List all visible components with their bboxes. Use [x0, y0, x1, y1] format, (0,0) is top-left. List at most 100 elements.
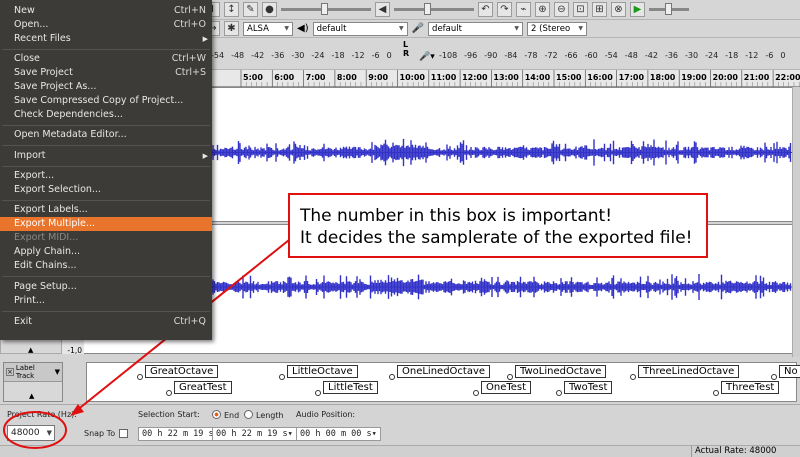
track-label[interactable]: OneLinedOctave: [397, 365, 491, 378]
meter-tick-label: -60: [584, 51, 598, 60]
playback-device-select[interactable]: default ▼: [312, 21, 408, 36]
menu-item-edit-chains[interactable]: Edit Chains...: [0, 259, 212, 273]
menu-item-save-project[interactable]: Save Project Ctrl+S: [0, 66, 212, 80]
speaker-icon[interactable]: ◀: [375, 2, 390, 17]
label-boundary-handle[interactable]: [279, 374, 285, 380]
meter-tick-label: -66: [564, 51, 578, 60]
selection-end-time[interactable]: 00 h 22 m 19 s▾: [212, 427, 297, 441]
chevron-down-icon[interactable]: ▼: [55, 368, 60, 376]
zoom-in-icon[interactable]: ⊕: [535, 2, 550, 17]
microphone-icon[interactable]: ●: [262, 2, 277, 17]
track-label[interactable]: LittleOctave: [287, 365, 358, 378]
menu-item-label: Save Compressed Copy of Project...: [14, 95, 184, 106]
label-boundary-handle[interactable]: [137, 374, 143, 380]
menu-item-export-multiple[interactable]: Export Multiple...: [0, 217, 212, 231]
meter-tick-label: -24: [705, 51, 719, 60]
menu-item-shortcut: Ctrl+Q: [173, 316, 206, 327]
fit-project-icon[interactable]: ⊞: [592, 2, 607, 17]
recording-device-select[interactable]: default ▼: [428, 21, 524, 36]
track-label[interactable]: ThreeLinedOctave: [638, 365, 740, 378]
track-label[interactable]: OneTest: [481, 381, 532, 394]
audio-host-select[interactable]: ALSA ▼: [243, 21, 293, 36]
track-label[interactable]: LittleTest: [323, 381, 378, 394]
channels-select[interactable]: 2 (Stereo ▼: [527, 21, 588, 36]
length-radio[interactable]: Length: [244, 410, 284, 420]
chevron-down-icon[interactable]: ▼: [47, 426, 52, 440]
label-track: × Label Track ▼ ▲ GreatOctave LittleOctav…: [0, 360, 800, 404]
draw-tool-icon[interactable]: ✎: [243, 2, 258, 17]
record-meter-scale[interactable]: -108 -96 -90 -84 -78 -72 -66 -60 -54 -48 -42 -36 -30…: [439, 51, 785, 60]
playback-meter-scale[interactable]: -54 -48 -42 -36 -30 -24 -18 -12 -6 0: [211, 51, 392, 60]
label-boundary-handle[interactable]: [389, 374, 395, 380]
label-boundary-handle[interactable]: [713, 390, 719, 396]
track-label[interactable]: TwoTest: [564, 381, 613, 394]
menu-item-shortcut: Ctrl+O: [173, 19, 206, 30]
redo-icon[interactable]: ↷: [497, 2, 512, 17]
label-track-name[interactable]: Label Track: [16, 364, 53, 380]
snap-to-label: Snap To: [84, 429, 116, 438]
menu-item-export[interactable]: Export...: [0, 169, 212, 183]
menu-item-close[interactable]: Close Ctrl+W: [0, 52, 212, 66]
collapse-track-button[interactable]: ▲: [29, 392, 34, 400]
close-icon[interactable]: ×: [6, 368, 14, 376]
menu-item-print[interactable]: Print...: [0, 294, 212, 308]
audio-position-time[interactable]: 00 h 00 m 00 s▾: [296, 427, 381, 441]
ruler-tick-label: 22:00: [775, 73, 800, 82]
track-label[interactable]: GreatTest: [174, 381, 232, 394]
timeline-ruler[interactable]: 5:00 6:00 7:00 8:00 9:00 10:00 11:00 12:00 13:00…: [205, 70, 800, 87]
sync-lock-icon[interactable]: ⌁: [516, 2, 531, 17]
label-boundary-handle[interactable]: [630, 374, 636, 380]
label-boundary-handle[interactable]: [315, 390, 321, 396]
play-at-speed-icon[interactable]: ▶: [630, 2, 645, 17]
playback-volume-slider[interactable]: [394, 3, 474, 15]
zoom-out-icon[interactable]: ⊖: [554, 2, 569, 17]
snap-to-checkbox[interactable]: [119, 429, 128, 438]
menu-item-new[interactable]: New Ctrl+N: [0, 4, 212, 18]
menu-item-label: Export MIDI...: [14, 232, 79, 243]
meter-tick-label: -36: [271, 51, 285, 60]
label-boundary-handle[interactable]: [166, 390, 172, 396]
submenu-arrow-icon: ▶: [202, 35, 208, 43]
record-volume-slider[interactable]: [281, 3, 371, 15]
meter-tick-label: -54: [211, 51, 225, 60]
menu-item-export-labels[interactable]: Export Labels...: [0, 203, 212, 217]
label-track-area[interactable]: GreatOctave LittleOctave OneLinedOctave Two…: [86, 362, 800, 402]
microphone-icon: 🎤▾: [419, 52, 435, 62]
track-label[interactable]: No: [779, 365, 800, 378]
track-label[interactable]: TwoLinedOctave: [515, 365, 607, 378]
menu-item-label: Export Multiple...: [14, 218, 95, 229]
selection-start-time[interactable]: 00 h 22 m 19 s▾: [138, 427, 223, 441]
undo-icon[interactable]: ↶: [478, 2, 493, 17]
meter-tick-label: -84: [504, 51, 518, 60]
menu-item-save-project-as[interactable]: Save Project As...: [0, 80, 212, 94]
menu-item-page-setup[interactable]: Page Setup...: [0, 280, 212, 294]
label-boundary-handle[interactable]: [771, 374, 777, 380]
menu-item-recent-files[interactable]: Recent Files ▶: [0, 32, 212, 46]
zoom-toggle-icon[interactable]: ⊗: [611, 2, 626, 17]
multi-tool-icon[interactable]: ✱: [224, 21, 239, 36]
menu-item-save-compressed-copy-of-project[interactable]: Save Compressed Copy of Project...: [0, 94, 212, 108]
menu-item-label: Open Metadata Editor...: [14, 129, 127, 140]
collapse-track-button[interactable]: ▲: [28, 346, 33, 354]
project-rate-select[interactable]: 48000 ▼: [7, 425, 55, 441]
ruler-tick-label: 20:00: [713, 73, 739, 82]
meter-tick-label: -108: [439, 51, 458, 60]
menu-item-exit[interactable]: Exit Ctrl+Q: [0, 315, 212, 329]
menu-item-check-dependencies[interactable]: Check Dependencies...: [0, 108, 212, 122]
menu-item-export-selection[interactable]: Export Selection...: [0, 183, 212, 197]
label-boundary-handle[interactable]: [473, 390, 479, 396]
track-label[interactable]: GreatOctave: [145, 365, 219, 378]
menu-item-open-metadata-editor[interactable]: Open Metadata Editor...: [0, 128, 212, 142]
menu-item-apply-chain[interactable]: Apply Chain...: [0, 245, 212, 259]
play-speed-slider[interactable]: [649, 3, 689, 15]
label-track-controls[interactable]: × Label Track ▼ ▲: [3, 362, 63, 402]
label-boundary-handle[interactable]: [507, 374, 513, 380]
end-radio[interactable]: End: [212, 410, 239, 420]
envelope-tool-icon[interactable]: ↕: [224, 2, 239, 17]
track-label[interactable]: ThreeTest: [721, 381, 780, 394]
label-boundary-handle[interactable]: [556, 390, 562, 396]
menu-item-import[interactable]: Import ▶: [0, 149, 212, 163]
vertical-scrollbar[interactable]: [792, 87, 800, 357]
menu-item-open[interactable]: Open... Ctrl+O: [0, 18, 212, 32]
fit-selection-icon[interactable]: ⊡: [573, 2, 588, 17]
